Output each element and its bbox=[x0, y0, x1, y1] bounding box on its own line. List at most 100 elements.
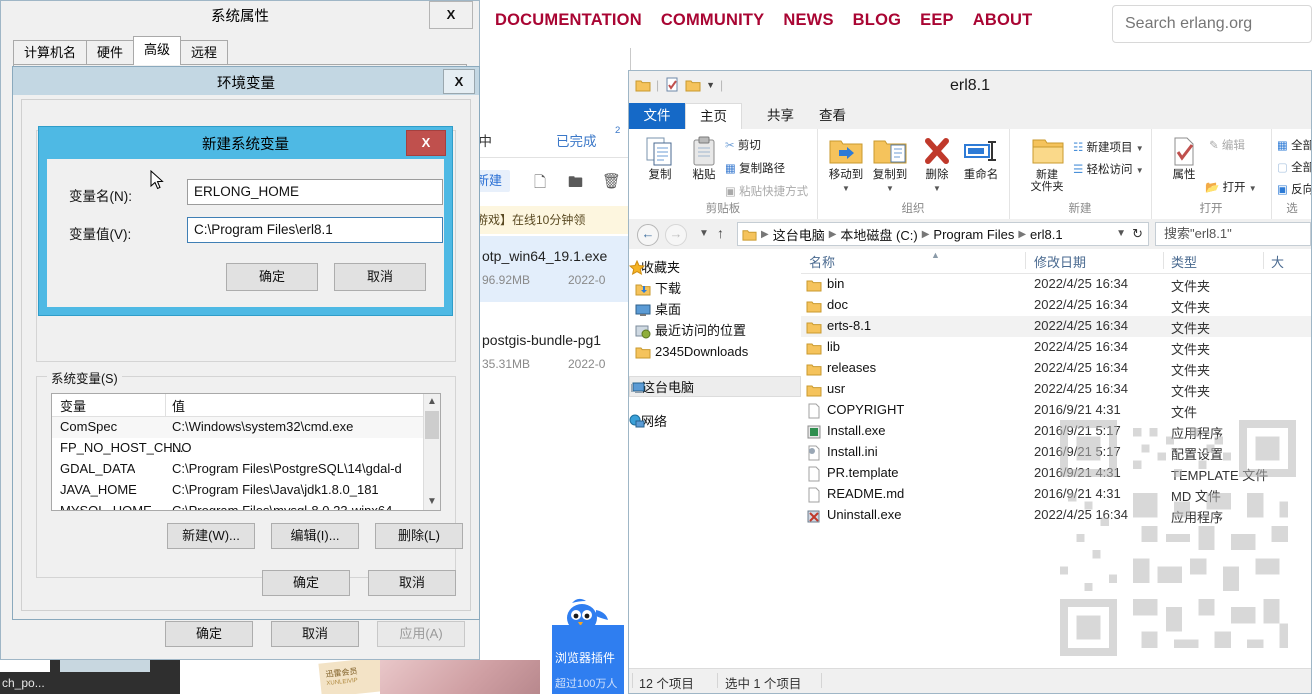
tab-file[interactable]: 文件 bbox=[629, 103, 685, 129]
close-icon[interactable]: X bbox=[443, 69, 475, 94]
nav-item-downloads[interactable]: 下载 bbox=[629, 278, 801, 299]
trash-icon[interactable]: 🗑 bbox=[602, 172, 621, 190]
ribbon-new-folder-button[interactable]: 新建 文件夹 bbox=[1023, 135, 1071, 193]
nav-item-this-pc[interactable]: 这台电脑 bbox=[629, 376, 801, 397]
nav-link-documentation[interactable]: DOCUMENTATION bbox=[495, 11, 642, 30]
ribbon-copy-button[interactable]: 复制 bbox=[637, 135, 683, 182]
edit-variable-button[interactable]: 编辑(I)... bbox=[271, 523, 359, 549]
chevron-down-icon[interactable]: ▼ bbox=[1249, 184, 1257, 193]
ribbon-paste-button[interactable]: 粘贴 bbox=[681, 135, 727, 182]
ribbon-copy-path-button[interactable]: ▦ 复制路径 bbox=[725, 160, 785, 176]
system-variables-list[interactable]: 变量 值 ComSpec C:\Windows\system32\cmd.exe… bbox=[51, 393, 441, 511]
table-row[interactable]: COPYRIGHT 2016/9/21 4:31 文件 bbox=[801, 400, 1311, 421]
list-item[interactable]: ComSpec C:\Windows\system32\cmd.exe bbox=[52, 417, 440, 438]
breadcrumb-item-computer[interactable]: 这台电脑 bbox=[773, 225, 825, 244]
variable-value-input[interactable]: C:\Program Files\erl8.1 bbox=[187, 217, 443, 243]
column-header-date[interactable]: 修改日期 bbox=[1034, 252, 1086, 271]
ok-button[interactable]: 确定 bbox=[226, 263, 318, 291]
ribbon-edit-button[interactable]: ✎ 编辑 bbox=[1209, 137, 1245, 153]
site-search-box[interactable] bbox=[1112, 5, 1312, 43]
breadcrumb-item-program-files[interactable]: Program Files bbox=[933, 227, 1014, 242]
ribbon-cut-button[interactable]: ✂ 剪切 bbox=[725, 137, 761, 153]
column-header-size[interactable]: 大 bbox=[1271, 252, 1284, 271]
ribbon-delete-button[interactable]: 删除 ▼ bbox=[914, 135, 960, 195]
ribbon-select-all-button[interactable]: ▦ 全部 bbox=[1277, 137, 1311, 153]
new-variable-button[interactable]: 新建(W)... bbox=[167, 523, 255, 549]
table-row[interactable]: lib 2022/4/25 16:34 文件夹 bbox=[801, 337, 1311, 358]
table-row[interactable]: doc 2022/4/25 16:34 文件夹 bbox=[801, 295, 1311, 316]
ribbon-copy-to-button[interactable]: 复制到 ▼ bbox=[867, 135, 913, 195]
cancel-button[interactable]: 取消 bbox=[271, 621, 359, 647]
ribbon-easy-access-button[interactable]: ☰ 轻松访问 ▼ bbox=[1073, 161, 1144, 177]
list-item[interactable]: MYSQL_HOME C:\Program Files\mysql-8.0.23… bbox=[52, 501, 440, 510]
ok-button[interactable]: 确定 bbox=[262, 570, 350, 596]
ribbon-select-none-button[interactable]: ▢ 全部 bbox=[1277, 159, 1311, 175]
breadcrumb-item-drive[interactable]: 本地磁盘 (C:) bbox=[840, 225, 917, 244]
scroll-down-icon[interactable]: ▼ bbox=[424, 494, 440, 510]
close-icon[interactable]: X bbox=[406, 130, 446, 156]
scrollbar-thumb[interactable] bbox=[425, 411, 439, 439]
nav-link-eep[interactable]: EEP bbox=[920, 11, 954, 30]
chevron-down-icon[interactable]: ▼ bbox=[914, 182, 960, 195]
chevron-down-icon[interactable]: ▼ bbox=[823, 182, 869, 195]
close-icon[interactable]: X bbox=[429, 1, 473, 29]
tab-advanced[interactable]: 高级 bbox=[133, 36, 182, 65]
table-row[interactable]: releases 2022/4/25 16:34 文件夹 bbox=[801, 358, 1311, 379]
nav-item-recent-places[interactable]: 最近访问的位置 bbox=[629, 320, 801, 341]
chevron-down-icon[interactable]: ▼ bbox=[1136, 144, 1144, 153]
tab-remote[interactable]: 远程 bbox=[180, 40, 229, 65]
ribbon-properties-button[interactable]: 属性 bbox=[1161, 135, 1207, 182]
ribbon-new-item-button[interactable]: ☷ 新建项目 ▼ bbox=[1073, 139, 1144, 155]
tab-hardware[interactable]: 硬件 bbox=[86, 40, 135, 65]
list-item[interactable]: JAVA_HOME C:\Program Files\Java\jdk1.8.0… bbox=[52, 480, 440, 501]
nav-item-desktop[interactable]: 桌面 bbox=[629, 299, 801, 320]
chevron-down-icon[interactable]: ▼ bbox=[1136, 166, 1144, 175]
table-row[interactable]: erts-8.1 2022/4/25 16:34 文件夹 bbox=[801, 316, 1311, 337]
apply-button[interactable]: 应用(A) bbox=[377, 621, 465, 647]
nav-link-blog[interactable]: BLOG bbox=[853, 11, 901, 30]
scroll-up-icon[interactable]: ▲ bbox=[424, 394, 440, 410]
browser-plugin-promo-card[interactable]: 浏览器插件 超过100万人 bbox=[552, 625, 624, 694]
breadcrumb[interactable]: ▶ 这台电脑 ▶ 本地磁盘 (C:) ▶ Program Files ▶ erl… bbox=[737, 222, 1149, 246]
tab-home[interactable]: 主页 bbox=[685, 103, 742, 129]
cancel-button[interactable]: 取消 bbox=[334, 263, 426, 291]
breadcrumb-item-erl81[interactable]: erl8.1 bbox=[1030, 227, 1063, 242]
ribbon-move-to-button[interactable]: 移动到 ▼ bbox=[823, 135, 869, 195]
chevron-down-icon[interactable]: ▼ bbox=[867, 182, 913, 195]
site-search-input[interactable] bbox=[1113, 6, 1311, 42]
nav-item-2345downloads[interactable]: 2345Downloads bbox=[629, 341, 801, 362]
open-folder-icon[interactable]: 🖿 bbox=[568, 172, 583, 197]
column-header-name[interactable]: 名称 bbox=[809, 252, 835, 271]
column-header-type[interactable]: 类型 bbox=[1171, 252, 1197, 271]
cancel-button[interactable]: 取消 bbox=[368, 570, 456, 596]
table-row[interactable]: usr 2022/4/25 16:34 文件夹 bbox=[801, 379, 1311, 400]
ribbon-rename-button[interactable]: 重命名 bbox=[958, 135, 1004, 182]
column-header-variable[interactable]: 变量 bbox=[60, 396, 86, 415]
table-row[interactable]: bin 2022/4/25 16:34 文件夹 bbox=[801, 274, 1311, 295]
nav-item-favorites[interactable]: 收藏夹 bbox=[629, 257, 801, 278]
nav-item-network[interactable]: 网络 bbox=[629, 411, 801, 432]
ribbon-invert-selection-button[interactable]: ▣ 反向 bbox=[1277, 181, 1311, 197]
chevron-down-icon[interactable]: ▼ bbox=[699, 228, 709, 239]
chevron-down-icon[interactable]: ▼ bbox=[1116, 228, 1126, 239]
up-arrow-icon[interactable]: ↑ bbox=[717, 225, 724, 241]
tab-completed[interactable]: 已完成 bbox=[556, 130, 597, 150]
variable-name-input[interactable]: ERLONG_HOME bbox=[187, 179, 443, 205]
forward-arrow-icon[interactable]: → bbox=[665, 224, 687, 246]
ribbon-open-button[interactable]: 📂 打开 ▼ bbox=[1205, 179, 1257, 195]
advertisement-image[interactable]: 迅雷会员 XUNLEIVIP bbox=[280, 660, 540, 694]
tab-view[interactable]: 查看 bbox=[805, 103, 860, 129]
file-page-icon[interactable]: 🗋 bbox=[534, 172, 546, 197]
nav-link-about[interactable]: ABOUT bbox=[973, 11, 1033, 30]
nav-link-community[interactable]: COMMUNITY bbox=[661, 11, 765, 30]
back-arrow-icon[interactable]: ← bbox=[637, 224, 659, 246]
taskbar-window-strip[interactable]: ch_po... bbox=[0, 660, 180, 694]
column-header-value[interactable]: 值 bbox=[172, 396, 185, 415]
nav-link-news[interactable]: NEWS bbox=[783, 11, 833, 30]
tab-share[interactable]: 共享 bbox=[753, 103, 808, 129]
delete-variable-button[interactable]: 删除(L) bbox=[375, 523, 463, 549]
list-item[interactable]: FP_NO_HOST_CH... NO bbox=[52, 438, 440, 459]
explorer-search-input[interactable]: 搜索"erl8.1" bbox=[1155, 222, 1311, 246]
tab-computer-name[interactable]: 计算机名 bbox=[13, 40, 88, 65]
ribbon-paste-shortcut-button[interactable]: ▣ 粘贴快捷方式 bbox=[725, 183, 808, 199]
